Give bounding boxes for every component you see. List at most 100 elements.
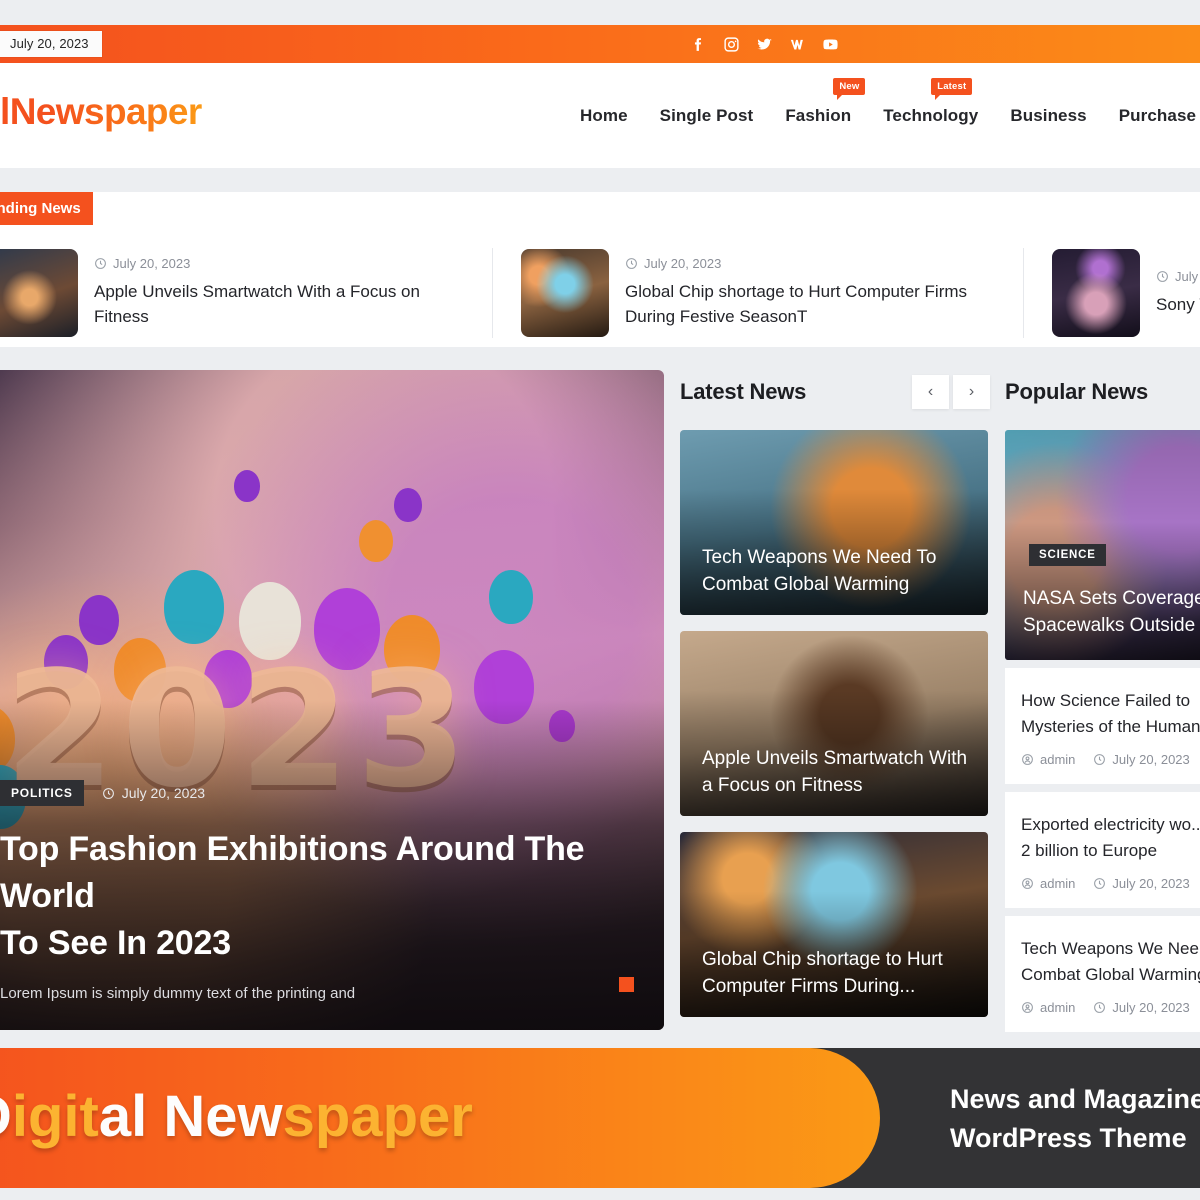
banner-logo-part3: al New [98,1084,283,1149]
user-icon [1022,754,1033,765]
nav-item-fashion[interactable]: Fashion New [785,77,866,126]
latest-news-card[interactable]: Apple Unveils Smartwatch With a Focus on… [680,631,988,816]
hero-title-line2: To See In 2023 [0,924,231,963]
row-title-line2: Combat Global Warming [1021,964,1200,984]
date-meta: July 20, 2023 [1093,1000,1190,1015]
nav-label: Business [1010,105,1087,125]
promo-banner[interactable]: Digital Newspaper News and Magazine Word… [0,1048,1200,1188]
popular-feature-card[interactable]: SCIENCE NASA Sets Coverage Spacewalks Ou… [1005,430,1200,660]
ticker-meta: July 20, 2023 [1156,269,1200,284]
latest-news-card[interactable]: Global Chip shortage to Hurt Computer Fi… [680,832,988,1017]
nav-label: Home [580,105,628,125]
ticker-item[interactable]: July 20, 2023 Apple Unveils Smartwatch W… [0,248,493,338]
nav-badge-latest: Latest [931,77,973,100]
twitter-icon[interactable] [756,36,773,53]
ticker-title[interactable]: Apple Unveils Smartwatch With a Focus on… [94,280,464,329]
hero-category-badge[interactable]: POLITICS [0,780,84,807]
latest-news-arrows: ‹ › [912,375,990,409]
hero-body: POLITICS July 20, 2023 Top Fashion Exhib… [0,780,610,1002]
banner-logo-part2: igit [11,1084,99,1149]
row-date: July 20, 2023 [1112,752,1190,767]
nav-item-purchase-now[interactable]: Purchase Now [1119,106,1200,126]
instagram-icon[interactable] [723,36,740,53]
ticker-badge: Trending News [0,192,93,225]
nav-label: Single Post [659,105,754,125]
feature-title-line2: Spacewalks Outside S... [1023,615,1200,637]
nav-badge-new: New [833,77,866,100]
popular-row-meta: admin July 20, 2023 [1021,1000,1200,1015]
banner-logo-part1: D [0,1084,12,1149]
row-title-line2: Mysteries of the Human... [1021,716,1200,736]
row-title-line2: 2 billion to Europe [1021,840,1158,860]
row-title-line1: Tech Weapons We Nee... [1021,939,1200,958]
ticker-date: July 20, 2023 [113,256,191,272]
popular-news-row[interactable]: How Science Failed to Mysteries of the H… [1005,668,1200,784]
nav-item-home[interactable]: Home [580,106,628,126]
popular-row-meta: admin July 20, 2023 [1021,752,1200,767]
hero-article[interactable]: 2023 POLITICS July 20, 2023 Top Fashion … [0,370,664,1030]
latest-news-card-title: Tech Weapons We Need To Combat Global Wa… [702,547,937,596]
date-meta: July 20, 2023 [1093,752,1190,767]
hero-excerpt: Lorem Ipsum is simply dummy text of the … [0,985,356,1002]
banner-logo: Digital Newspaper [0,1083,473,1150]
ticker-date: July 20, 2023 [644,256,722,272]
banner-logo-part4: spaper [282,1084,473,1149]
next-button[interactable]: › [953,375,990,409]
row-title-line1: How Science Failed to [1021,691,1191,710]
hero-meta: POLITICS July 20, 2023 [0,780,610,807]
banner-tagline: News and Magazine WordPress Theme [950,1080,1200,1158]
popular-feature-category[interactable]: SCIENCE [1029,544,1106,566]
author-meta: admin [1021,752,1075,767]
popular-news-title: Popular News [1005,379,1149,404]
popular-row-title: Tech Weapons We Nee... Combat Global War… [1021,936,1200,987]
youtube-icon[interactable] [822,36,839,53]
wordpress-icon[interactable] [789,36,806,53]
ticker-title[interactable]: Sony WF-1000XM4 Review: Our New Favorite [1156,293,1200,318]
nav-item-technology[interactable]: Technology Latest [883,77,978,126]
nav-label: Purchase Now [1118,105,1200,125]
popular-news-row[interactable]: Exported electricity wo... 2 billion to … [1005,792,1200,908]
ticker-thumbnail [1052,249,1140,337]
popular-news-row[interactable]: Tech Weapons We Nee... Combat Global War… [1005,916,1200,1032]
hero-date: July 20, 2023 [102,785,205,801]
nav-label: Fashion [785,105,852,125]
ticker-items: July 20, 2023 Apple Unveils Smartwatch W… [0,248,1200,338]
top-bar-date: July 20, 2023 [0,31,102,57]
author-name: admin [1040,876,1076,891]
nav-item-business[interactable]: Business [1010,106,1086,126]
main-content: 2023 POLITICS July 20, 2023 Top Fashion … [0,370,1200,1042]
ticker-item[interactable]: July 20, 2023 Sony WF-1000XM4 Review: Ou… [1024,248,1200,338]
latest-news-card-title: Global Chip shortage to Hurt Computer Fi… [702,949,943,998]
clock-icon [1094,754,1106,765]
ticker-meta: July 20, 2023 [625,256,995,271]
author-name: admin [1040,1000,1076,1015]
logo-text: Newspaper [9,91,203,132]
ticker-meta: July 20, 2023 [94,256,464,271]
row-date: July 20, 2023 [1112,1000,1190,1015]
latest-news-card[interactable]: Tech Weapons We Need To Combat Global Wa… [680,430,988,615]
user-icon [1022,1002,1033,1013]
hero-date-text: July 20, 2023 [121,785,206,802]
prev-button[interactable]: ‹ [912,375,949,409]
hero-pagination-dot[interactable] [619,977,634,992]
tagline-line2: WordPress Theme [950,1123,1187,1154]
hero-title[interactable]: Top Fashion Exhibitions Around The World… [0,826,610,967]
nav-item-single-post[interactable]: Single Post [660,106,754,126]
main-navigation: Home Single Post Fashion New Technology La… [580,63,1200,168]
ticker-title[interactable]: Global Chip shortage to Hurt Computer Fi… [625,280,995,329]
user-icon [1022,878,1033,889]
popular-feature-title: NASA Sets Coverage Spacewalks Outside S.… [1023,585,1200,640]
logo-prefix: l [0,91,10,132]
clock-icon [1094,1002,1106,1013]
clock-icon [1157,270,1168,282]
social-links [690,25,839,63]
ticker-item[interactable]: July 20, 2023 Global Chip shortage to Hu… [493,248,1024,338]
ticker-thumbnail [521,249,609,337]
latest-news-card-title: Apple Unveils Smartwatch With a Focus on… [702,748,968,797]
site-logo[interactable]: lNewspaper [0,91,202,133]
clock-icon [102,787,114,799]
latest-news-header: Latest News ‹ › [680,370,990,414]
feature-title-line1: NASA Sets Coverage [1023,587,1200,609]
facebook-icon[interactable] [690,36,707,53]
row-title-line1: Exported electricity wo... [1021,815,1200,834]
